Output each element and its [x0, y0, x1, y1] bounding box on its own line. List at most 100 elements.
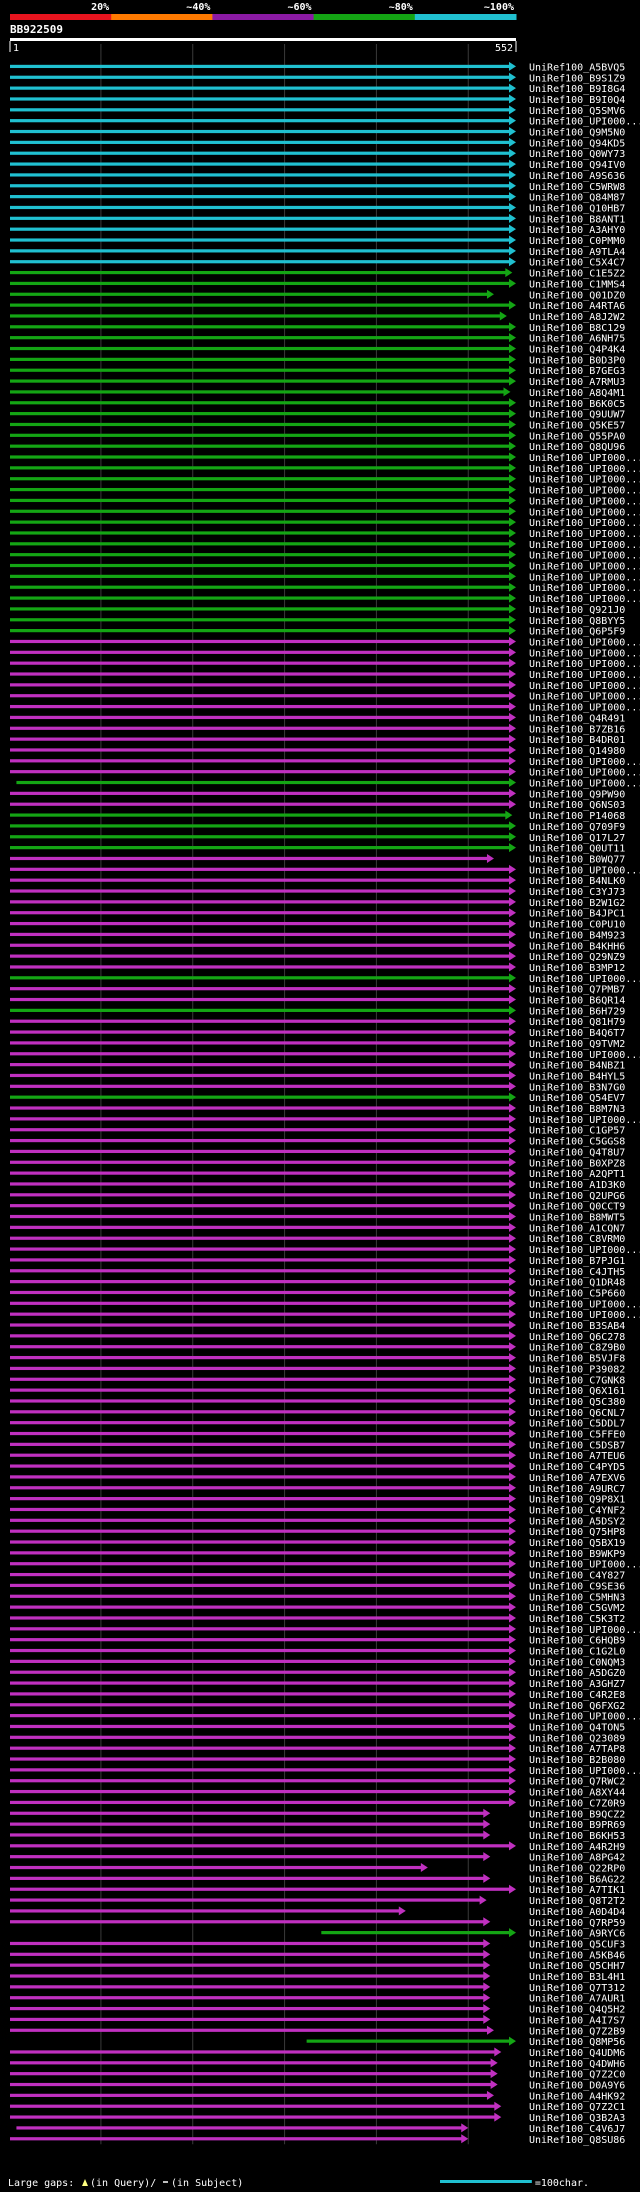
hit-label: UniRef100_P14068 [529, 811, 625, 822]
hit-bar [10, 1464, 510, 1468]
hit-label: UniRef100_B5VJF8 [529, 1354, 625, 1365]
hit-label: UniRef100_Q8MP56 [529, 2037, 625, 2048]
hit-bar [10, 314, 501, 318]
hit-bar [10, 184, 510, 188]
hit-label: UniRef100_Q6P5F9 [529, 627, 625, 638]
hit-bar [10, 270, 507, 275]
hit-label: UniRef100_Q9UUW7 [529, 410, 625, 421]
hit-label: UniRef100_B9QCZ2 [529, 1809, 625, 1820]
hit-bar [10, 2115, 496, 2119]
hit-label: UniRef100_C0PMM0 [529, 236, 625, 247]
hit-label: UniRef100_UPI000... [529, 768, 640, 779]
hit-bar [10, 1095, 510, 1099]
hit-bar [10, 791, 510, 795]
hit-bar [10, 260, 510, 264]
hit-bar [10, 639, 510, 644]
hit-bar [10, 1779, 510, 1783]
hit-bar [321, 1931, 510, 1935]
hit-label: UniRef100_Q9PW90 [529, 789, 625, 800]
hit-label: UniRef100_B7GEG3 [529, 366, 625, 377]
hit-label: UniRef100_Q7RWC2 [529, 1777, 625, 1788]
hit-bar [10, 1008, 510, 1012]
hit-label: UniRef100_UPI000... [529, 529, 640, 540]
hit-label: UniRef100_Q2UPG6 [529, 1191, 625, 1202]
hit-bar [10, 932, 510, 937]
hit-label: UniRef100_Q94KD5 [529, 138, 625, 149]
hit-bar [10, 205, 510, 210]
hit-label: UniRef100_C5WRW8 [529, 182, 625, 193]
legend-subject-label: (in Subject) [171, 2178, 243, 2189]
hit-bar [10, 954, 510, 958]
hit-label: UniRef100_Q9TVM2 [529, 1039, 625, 1050]
scale-segment [414, 14, 517, 20]
hit-bar [10, 1985, 485, 1989]
hit-bar [10, 1746, 510, 1750]
hit-label: UniRef100_A4RTA6 [529, 301, 625, 312]
hit-label: UniRef100_B8C129 [529, 323, 625, 334]
hit-bar [10, 1084, 510, 1088]
hit-bar [10, 1703, 510, 1707]
hit-bar [10, 2137, 463, 2141]
hit-label: UniRef100_UPI000... [529, 1299, 640, 1310]
hit-bar [10, 2072, 492, 2076]
hit-bar [10, 119, 510, 123]
hit-label: UniRef100_C4YNF2 [529, 1505, 625, 1516]
hit-label: UniRef100_B7PJG1 [529, 1256, 625, 1267]
hit-label: UniRef100_B3N7G0 [529, 1082, 625, 1093]
hit-bar [10, 466, 510, 470]
hit-label: UniRef100_Q4UDM6 [529, 2048, 625, 2059]
hit-label: UniRef100_Q55PA0 [529, 431, 625, 442]
hit-label: UniRef100_B4Q6T7 [529, 1028, 625, 1039]
hit-label: UniRef100_A1D3K0 [529, 1180, 625, 1191]
hit-bar [10, 1648, 510, 1653]
hit-label: UniRef100_Q7T312 [529, 1983, 625, 1994]
hit-bar [10, 1366, 510, 1371]
hit-label: UniRef100_UPI000... [529, 703, 640, 714]
hit-bar [10, 1236, 510, 1240]
hit-bar [10, 1551, 510, 1555]
hit-bar [10, 1171, 510, 1175]
hit-bar [10, 140, 510, 144]
hit-bar [10, 1204, 510, 1208]
hit-label: UniRef100_UPI000... [529, 475, 640, 486]
hit-label: UniRef100_C5DSB7 [529, 1440, 625, 1451]
hit-bar [10, 455, 510, 459]
hit-bar [10, 1768, 510, 1772]
hit-bar [10, 661, 510, 665]
hit-label: UniRef100_C8VRM0 [529, 1234, 625, 1245]
hit-bar [10, 737, 510, 741]
hit-bar [10, 379, 510, 383]
hit-bar [10, 997, 510, 1002]
hit-bar [10, 1182, 510, 1186]
hit-label: UniRef100_B0D3P0 [529, 355, 625, 366]
hit-bar [10, 1735, 510, 1739]
hit-label: UniRef100_C5K3T2 [529, 1614, 625, 1625]
hit-label: UniRef100_C1E5Z2 [529, 269, 625, 280]
hit-bar [10, 64, 510, 69]
hit-bar [10, 303, 510, 307]
hit-bar [10, 487, 510, 492]
hit-bar [10, 542, 510, 546]
hit-label: UniRef100_B0XPZ8 [529, 1158, 625, 1169]
hit-label: UniRef100_A7TEU6 [529, 1451, 625, 1462]
hit-bar [10, 1269, 510, 1273]
hit-bar [10, 1941, 485, 1946]
hit-bar [10, 1887, 510, 1891]
hit-bar [10, 86, 510, 90]
hit-bar [10, 976, 510, 980]
hit-bar [10, 1247, 510, 1251]
hit-label: UniRef100_Q7Z2C0 [529, 2070, 625, 2081]
hit-bar [10, 2061, 492, 2065]
hit-bar [10, 2093, 488, 2097]
hit-label: UniRef100_C1G2L0 [529, 1647, 625, 1658]
hit-label: UniRef100_UPI000... [529, 757, 640, 768]
hit-bar [10, 1323, 510, 1327]
hit-bar [10, 2104, 496, 2108]
hit-bar [10, 965, 510, 969]
hit-label: UniRef100_Q22RP0 [529, 1864, 625, 1875]
hit-label: UniRef100_Q3B2A3 [529, 2113, 625, 2124]
hit-bar [10, 216, 510, 220]
hit-label: UniRef100_UPI000... [529, 453, 640, 464]
hit-bar [10, 129, 510, 134]
hit-label: UniRef100_A4HK92 [529, 2091, 625, 2102]
